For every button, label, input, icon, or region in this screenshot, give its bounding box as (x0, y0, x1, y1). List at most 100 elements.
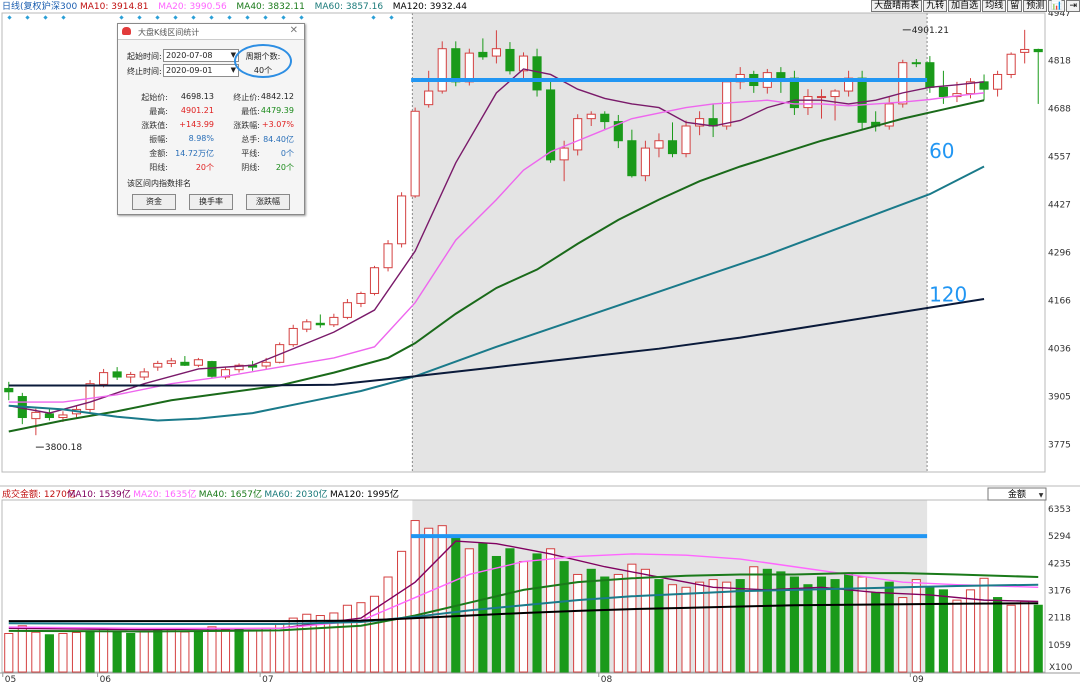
candle-body (329, 316, 339, 326)
start-date-select[interactable]: 2020-07-08 ▼ (163, 49, 239, 62)
volume-tick-0: 6353 (1048, 505, 1071, 515)
high-marker-label: 4901.21 (912, 26, 949, 36)
volume-tick-2: 4235 (1048, 559, 1071, 569)
volume-bar (952, 599, 962, 673)
candle-body (546, 89, 556, 161)
volume-tick-1: 5294 (1048, 532, 1071, 542)
rank-turnover-button[interactable]: 换手率 (189, 194, 233, 210)
chevron-down-icon: ▼ (1039, 492, 1044, 499)
toolbar-item-2[interactable]: 加自选 (948, 0, 982, 12)
index-name: 沪深300 (42, 0, 77, 12)
volume-bar (559, 561, 569, 673)
toolbar-item-7[interactable]: ⇥ (1066, 0, 1080, 12)
volume-bar (925, 586, 935, 673)
close-icon[interactable]: ✕ (290, 25, 298, 36)
volume-bar (397, 550, 407, 673)
candle-body (776, 72, 786, 79)
toolbar-item-5[interactable]: 预测 (1023, 0, 1048, 12)
volume-bar (99, 627, 109, 673)
volume-bar (166, 629, 176, 673)
candle-body (993, 73, 1003, 90)
volume-tick-5: 1059 (1048, 641, 1071, 651)
header-ma-3: MA60: 3857.16 (315, 2, 384, 12)
candle-body (857, 77, 867, 123)
volume-bar (424, 527, 434, 673)
candle-body (681, 125, 691, 155)
candle-body (532, 56, 542, 91)
volume-bar (586, 568, 596, 673)
toolbar-item-6[interactable]: 📊 (1048, 0, 1066, 12)
price-tick-7: 4036 (1048, 344, 1071, 354)
toolbar-item-1[interactable]: 九转 (923, 0, 948, 12)
interval-stats-panel[interactable]: 大盘K线区间统计 ✕ 起始时间: 2020-07-08 ▼ 终止时间: 2020… (117, 23, 305, 215)
end-date-select[interactable]: 2020-09-01 ▼ (163, 64, 239, 77)
candle-body (437, 48, 447, 92)
price-tick-5: 4296 (1048, 249, 1071, 259)
volume-tick-4: 2118 (1048, 614, 1071, 624)
volume-bar (31, 631, 41, 673)
stat-k1-0: 起始价: (141, 93, 168, 102)
volume-bar (762, 568, 772, 673)
candle-body (139, 371, 149, 378)
candle-body (180, 361, 190, 366)
candle-body (1033, 48, 1043, 53)
volume-ma-4: MA60: 2030亿 (264, 488, 327, 500)
candle-body (207, 361, 217, 377)
candle-body (979, 81, 989, 90)
header-ma-1: MA20: 3990.56 (158, 2, 227, 12)
stat-v1-4: 14.72万亿 (175, 149, 214, 158)
volume-bar (478, 543, 488, 673)
volume-bar (44, 634, 54, 673)
header-ma-2: MA40: 3832.11 (236, 2, 304, 12)
volume-bar (1033, 604, 1043, 673)
volume-bar (356, 602, 366, 673)
candle-body (938, 86, 948, 98)
volume-ma-5: MA120: 1995亿 (330, 488, 399, 500)
rank-fund-button[interactable]: 资金 (132, 194, 176, 210)
top-toolbar: 大盘晴雨表 九转 加自选 均线留预测 📊 ⇥ (871, 0, 1080, 12)
price-tick-9: 3775 (1048, 440, 1071, 450)
candle-body (31, 411, 41, 420)
period-count-box: 周期个数: 40个 (238, 51, 288, 77)
annotation-60: 60 (929, 139, 954, 163)
volume-bar (884, 581, 894, 673)
time-label-05: 05 (5, 675, 16, 684)
toolbar-item-0[interactable]: 大盘晴雨表 (871, 0, 923, 12)
stat-v2-4: 0个 (280, 149, 294, 158)
period-count-value: 40个 (253, 66, 273, 75)
candle-body (288, 327, 298, 346)
volume-bar (180, 631, 190, 673)
volume-bar (979, 577, 989, 673)
candle-body (383, 243, 393, 269)
candle-body (559, 147, 569, 161)
rank-change-button[interactable]: 涨跌幅 (246, 194, 290, 210)
toolbar-item-4[interactable]: 留 (1007, 0, 1023, 12)
stat-k1-2: 涨跌值: (141, 121, 168, 130)
volume-ma-1: MA10: 1539亿 (68, 488, 131, 500)
candle-body (803, 96, 813, 109)
candle-body (44, 413, 54, 419)
stats-title-bar[interactable]: 大盘K线区间统计 ✕ (118, 24, 304, 40)
volume-bar (830, 579, 840, 673)
candle-body (627, 140, 637, 177)
volume-bar (383, 576, 393, 673)
price-tick-4: 4427 (1048, 200, 1071, 210)
volume-bar (505, 548, 515, 673)
period-label: 日线(复权) (2, 0, 45, 12)
volume-bar (546, 548, 556, 673)
price-tick-3: 4557 (1048, 153, 1071, 163)
rank-label: 该区间内指数排名 (127, 179, 191, 188)
candle-body (4, 387, 14, 393)
candle-body (898, 62, 908, 105)
volume-bar (667, 584, 678, 673)
volume-bar (58, 632, 68, 673)
chart-stage: 日线(复权) 沪深300 MA10: 3914.81 MA20: 3990.56 M… (0, 0, 1080, 685)
candle-body (410, 110, 420, 197)
candle-body (911, 62, 921, 65)
candle-body (166, 360, 176, 364)
toolbar-item-3[interactable]: 均线 (982, 0, 1007, 12)
stat-k1-4: 金额: (149, 149, 168, 158)
stat-v1-3: 8.98% (188, 134, 214, 143)
stat-v1-5: 20个 (195, 163, 214, 172)
start-time-label: 起始时间: (127, 52, 162, 61)
